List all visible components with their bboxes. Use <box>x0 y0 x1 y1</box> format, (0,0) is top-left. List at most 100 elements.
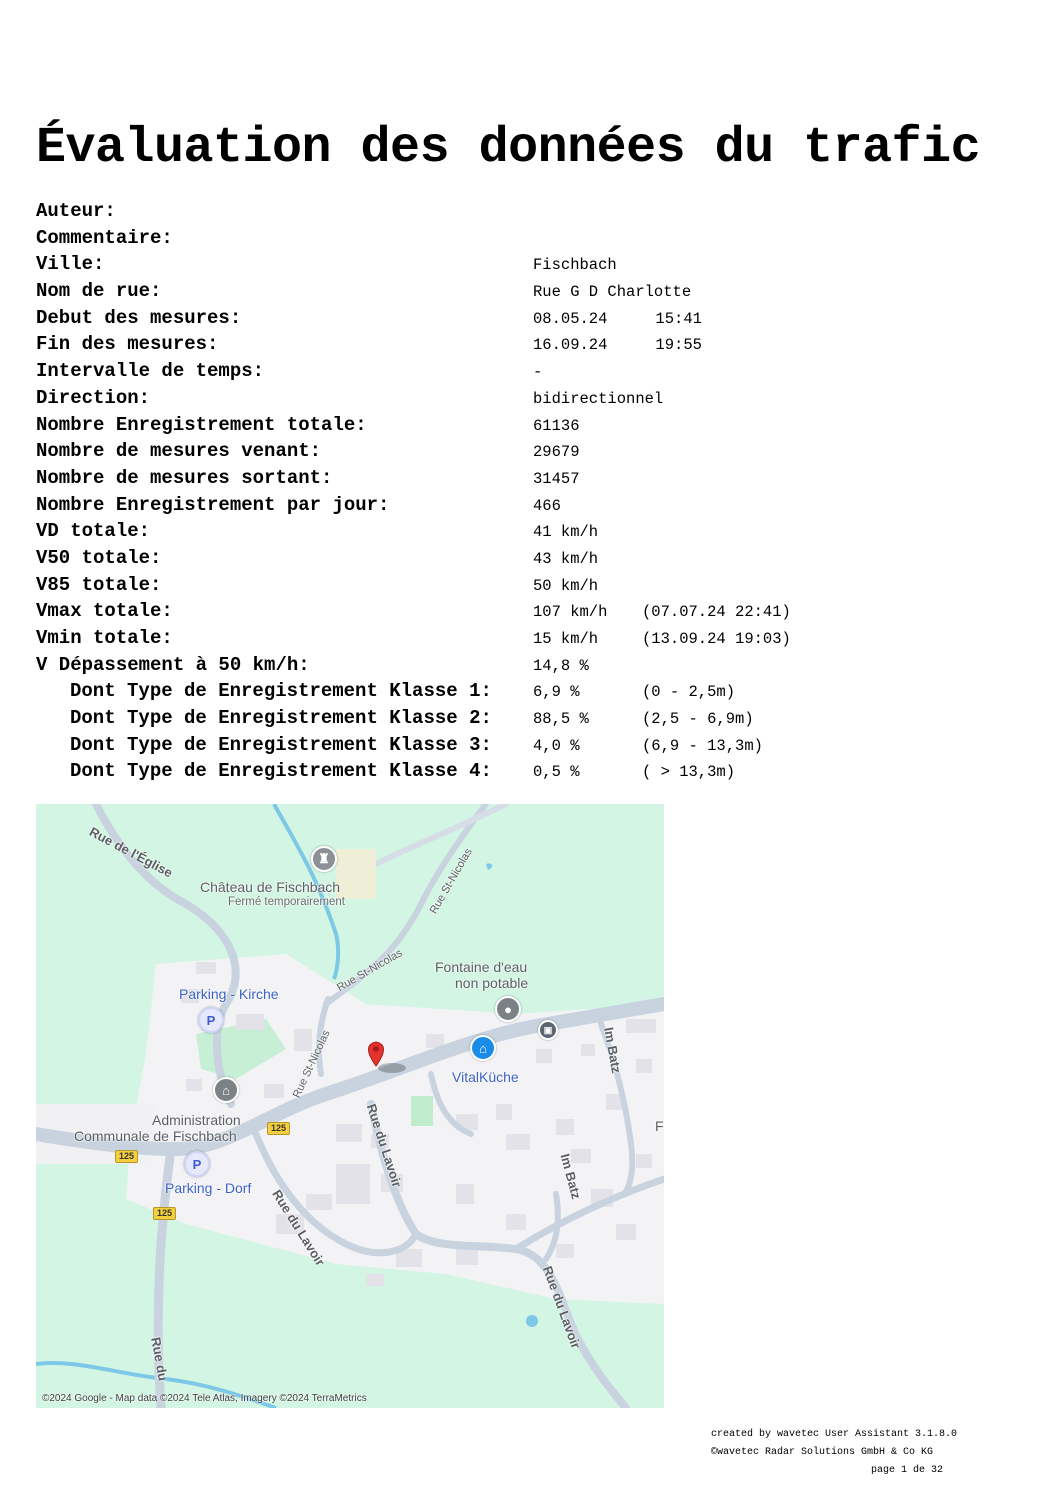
field-row: Vmax totale: 107 km/h (07.07.24 22:41) <box>0 598 1060 625</box>
field-value: 4,0 % <box>533 733 580 759</box>
field-value-text: 466 <box>533 496 561 515</box>
field-value: Fischbach <box>533 252 617 278</box>
field-label: Ville: <box>36 253 105 276</box>
field-value-text: 61136 <box>533 416 580 435</box>
field-label: Dont Type de Enregistrement Klasse 4: <box>70 760 492 783</box>
chateau-icon[interactable]: ♜ <box>311 846 337 872</box>
fontaine-icon[interactable]: ● <box>495 996 521 1022</box>
field-label: Fin des mesures: <box>36 333 219 356</box>
field-value: 08.05.24 15:41 <box>533 306 702 332</box>
field-value: 6,9 % <box>533 679 580 705</box>
field-value-text: 4,0 % <box>533 736 580 755</box>
field-label: Nom de rue: <box>36 280 162 303</box>
field-value: 41 km/h <box>533 519 598 545</box>
field-row: Vmin totale: 15 km/h (13.09.24 19:03) <box>0 625 1060 652</box>
field-row: Dont Type de Enregistrement Klasse 2: 88,… <box>0 705 1060 732</box>
field-label: Intervalle de temps: <box>36 360 265 383</box>
field-value: bidirectionnel <box>533 386 663 412</box>
field-value-text: 14,8 % <box>533 656 589 675</box>
field-value-text: - <box>533 363 543 382</box>
field-value-text: 15 km/h <box>533 630 599 648</box>
location-map[interactable]: ♜ Château de Fischbach Fermé temporairem… <box>36 804 664 1408</box>
field-label: Nombre de mesures venant: <box>36 440 322 463</box>
field-extra: ( > 13,3m) <box>642 763 736 782</box>
fontaine-label-1[interactable]: Fontaine d'eau <box>435 959 527 975</box>
field-row: Nombre de mesures venant: 29679 <box>0 438 1060 465</box>
footer-created: created by wavetec User Assistant 3.1.8.… <box>711 1429 958 1440</box>
field-label: V85 totale: <box>36 573 162 596</box>
field-value: - <box>533 359 542 385</box>
field-label: Nombre de mesures sortant: <box>36 466 333 489</box>
field-value: 88,5 % <box>533 706 589 732</box>
field-value: 14,8 % <box>533 653 589 679</box>
field-row: Fin des mesures: 16.09.24 19:55 <box>0 331 1060 358</box>
field-label: Commentaire: <box>36 226 173 249</box>
field-row: Dont Type de Enregistrement Klasse 4: 0,5… <box>0 758 1060 785</box>
field-label: V Dépassement à 50 km/h: <box>36 653 310 676</box>
parking-dorf-label[interactable]: Parking - Dorf <box>165 1180 251 1196</box>
field-row: VD totale: 41 km/h <box>0 518 1060 545</box>
field-label: Nombre Enregistrement par jour: <box>36 493 390 516</box>
fontaine-label-2[interactable]: non potable <box>455 975 528 991</box>
field-value: 50 km/h <box>533 573 598 599</box>
field-row: V Dépassement à 50 km/h: 14,8 % <box>0 652 1060 679</box>
map-attribution: ©2024 Google - Map data ©2024 Tele Atlas… <box>42 1393 367 1404</box>
field-label: Auteur: <box>36 200 116 222</box>
field-label: Debut des mesures: <box>36 306 242 329</box>
field-value-text: 0,5 % <box>533 763 580 782</box>
field-value-text: 31457 <box>533 469 580 488</box>
route-shield-125-c: 125 <box>153 1207 177 1220</box>
parking-dorf-icon[interactable]: P <box>184 1151 210 1177</box>
field-row: V50 totale: 43 km/h <box>0 545 1060 572</box>
field-value: 466 <box>533 493 561 519</box>
field-value: 15 km/h <box>533 626 598 652</box>
field-value-text: 16.09.24 <box>533 336 608 355</box>
field-label: Direction: <box>36 386 151 409</box>
pond <box>526 1315 538 1327</box>
chateau-label[interactable]: Château de Fischbach <box>200 879 340 895</box>
field-extra: (6,9 - 13,3m) <box>642 736 763 755</box>
road-top <box>373 804 509 867</box>
field-value-text: 88,5 % <box>533 710 589 729</box>
bus-stop-icon[interactable]: ▣ <box>538 1020 558 1040</box>
field-row: Dont Type de Enregistrement Klasse 1: 6,9… <box>0 678 1060 705</box>
chateau-area <box>336 849 376 899</box>
field-value: 31457 <box>533 466 580 492</box>
vitalkuche-label[interactable]: VitalKüche <box>452 1069 519 1085</box>
field-label: Vmin totale: <box>36 627 173 649</box>
field-row: Commentaire: <box>0 225 1060 252</box>
parking-kirche-icon[interactable]: P <box>198 1007 224 1033</box>
field-extra: (2,5 - 6,9m) <box>642 710 754 729</box>
administration-label-1[interactable]: Administration <box>152 1112 241 1128</box>
field-value: 43 km/h <box>533 546 598 572</box>
administration-label-2[interactable]: Communale de Fischbach <box>74 1128 237 1144</box>
pond-ne <box>486 863 493 870</box>
field-value: 0,5 % <box>533 759 580 785</box>
route-shield-125-b: 125 <box>115 1150 139 1163</box>
park-small <box>411 1096 433 1126</box>
field-value-text: Rue G D Charlotte <box>533 283 692 302</box>
field-label: Dont Type de Enregistrement Klasse 1: <box>70 680 492 703</box>
field-label: V50 totale: <box>36 546 162 569</box>
field-label: Vmax totale: <box>36 600 173 623</box>
field-extra: (13.09.24 19:03) <box>642 630 791 648</box>
parking-kirche-label[interactable]: Parking - Kirche <box>179 986 279 1002</box>
field-value-text: 50 km/h <box>533 576 599 595</box>
restaurant-icon[interactable]: ⌂ <box>470 1035 496 1061</box>
field-value: 107 km/h <box>533 599 607 625</box>
field-row: Nombre Enregistrement par jour: 466 <box>0 492 1060 519</box>
administration-icon[interactable]: ⌂ <box>213 1077 239 1103</box>
field-time: 15:41 <box>655 309 702 328</box>
field-time: 19:55 <box>655 336 702 355</box>
chateau-status: Fermé temporairement <box>228 896 345 908</box>
field-row: Auteur: <box>0 198 1060 225</box>
field-row: V85 totale: 50 km/h <box>0 572 1060 599</box>
map-partial-label: F <box>655 1118 664 1134</box>
field-row: Nombre de mesures sortant: 31457 <box>0 465 1060 492</box>
field-row: Nombre Enregistrement totale: 61136 <box>0 412 1060 439</box>
field-value: 61136 <box>533 413 580 439</box>
field-value-text: 43 km/h <box>533 549 599 568</box>
field-row: Intervalle de temps: - <box>0 358 1060 385</box>
field-row: Dont Type de Enregistrement Klasse 3: 4,0… <box>0 732 1060 759</box>
field-label: VD totale: <box>36 520 151 543</box>
